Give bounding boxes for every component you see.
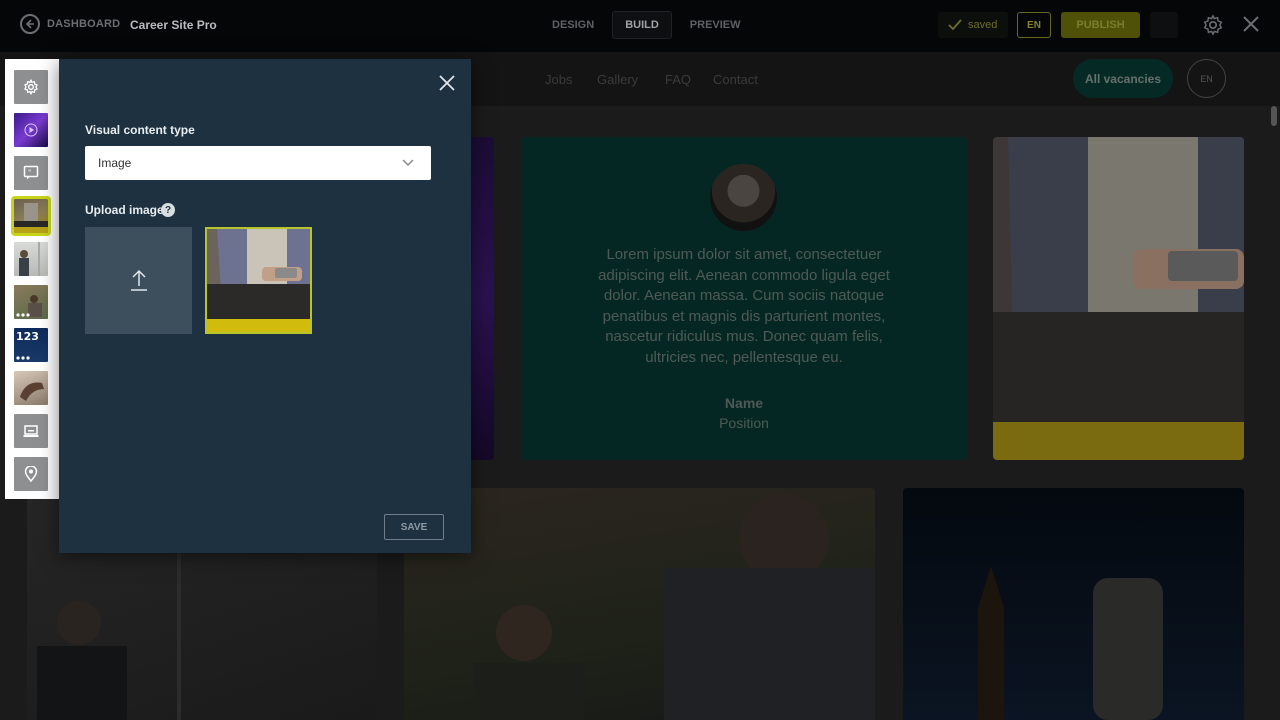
sidebar-item-settings[interactable] — [14, 70, 48, 104]
building-photo — [903, 488, 1244, 720]
editor-page: DASHBOARD Career Site Pro DESIGN BUILD P… — [0, 0, 1280, 720]
avatar — [710, 164, 777, 231]
close-icon[interactable] — [437, 73, 457, 93]
saved-status: saved — [938, 12, 1008, 38]
person-with-phone-image — [993, 137, 1244, 460]
image-section-thumbnail — [14, 203, 48, 233]
sidebar-item-gallery[interactable] — [14, 285, 48, 319]
mode-preview[interactable]: PREVIEW — [678, 11, 753, 39]
testimonial-text: Lorem ipsum dolor sit amet, consectetuer… — [598, 246, 890, 366]
section-sidebar: " 123 — [5, 59, 59, 499]
visual-content-panel: Visual content type Image Upload image ?… — [59, 59, 471, 553]
content-type-value: Image — [98, 156, 132, 170]
numbers-thumbnail: 123 — [16, 330, 39, 360]
play-icon — [24, 123, 38, 137]
site-name: Career Site Pro — [130, 18, 217, 32]
sidebar-item-hand[interactable] — [14, 371, 48, 405]
editor-topbar: DASHBOARD Career Site Pro DESIGN BUILD P… — [0, 0, 1280, 52]
save-button[interactable]: SAVE — [384, 514, 444, 540]
team-photo-middle — [404, 488, 875, 720]
numbers-label: 123 — [16, 330, 39, 343]
upload-image-label: Upload image — [85, 203, 164, 217]
toolbar-extra-button[interactable] — [1150, 12, 1178, 38]
sidebar-item-image[interactable] — [11, 196, 51, 236]
testimonial-card: Lorem ipsum dolor sit amet, consectetuer… — [521, 137, 967, 460]
back-arrow-icon[interactable] — [20, 14, 40, 34]
all-vacancies-button[interactable]: All vacancies — [1073, 59, 1173, 98]
content-type-label: Visual content type — [85, 123, 195, 137]
gallery-dots-icon — [16, 295, 42, 317]
sidebar-item-numbers[interactable]: 123 — [14, 328, 48, 362]
help-icon[interactable]: ? — [161, 203, 175, 217]
sidebar-item-testimonial[interactable]: " — [14, 156, 48, 190]
upload-arrow-icon — [130, 269, 147, 291]
settings-icon — [24, 79, 38, 95]
chevron-down-icon — [402, 159, 414, 167]
mode-design[interactable]: DESIGN — [540, 11, 606, 39]
site-language-button[interactable]: EN — [1187, 59, 1226, 98]
checkmark-icon — [948, 19, 962, 31]
close-icon[interactable] — [1242, 15, 1260, 33]
nav-contact[interactable]: Contact — [713, 72, 758, 87]
saved-label: saved — [968, 19, 998, 31]
gear-icon[interactable] — [1202, 14, 1224, 36]
publish-button[interactable]: PUBLISH — [1061, 12, 1140, 38]
sidebar-item-video[interactable] — [14, 113, 48, 147]
language-button[interactable]: EN — [1017, 12, 1051, 38]
sidebar-item-laptop[interactable] — [14, 414, 48, 448]
uploaded-image-thumbnail[interactable] — [205, 227, 312, 334]
nav-faq[interactable]: FAQ — [665, 72, 691, 87]
quote-icon: " — [23, 165, 39, 180]
nav-gallery[interactable]: Gallery — [597, 72, 638, 87]
sidebar-item-location[interactable] — [14, 457, 48, 491]
location-pin-icon — [24, 466, 38, 482]
testimonial-name: Name — [724, 395, 764, 411]
mode-build[interactable]: BUILD — [612, 11, 672, 39]
svg-text:": " — [28, 169, 31, 177]
people-thumbnail — [19, 242, 40, 276]
sidebar-item-people[interactable] — [14, 242, 48, 276]
content-type-select[interactable]: Image — [85, 146, 431, 180]
photo-card — [993, 137, 1244, 460]
hand-thumbnail — [20, 382, 44, 401]
nav-jobs[interactable]: Jobs — [545, 72, 572, 87]
mode-switcher: DESIGN BUILD PREVIEW — [540, 11, 753, 39]
testimonial-position: Position — [719, 415, 769, 431]
upload-image-button[interactable] — [85, 227, 192, 334]
scrollbar[interactable] — [1271, 106, 1277, 126]
dashboard-link[interactable]: DASHBOARD — [47, 18, 120, 30]
person-with-phone-thumbnail — [207, 229, 310, 332]
laptop-icon — [23, 425, 39, 437]
